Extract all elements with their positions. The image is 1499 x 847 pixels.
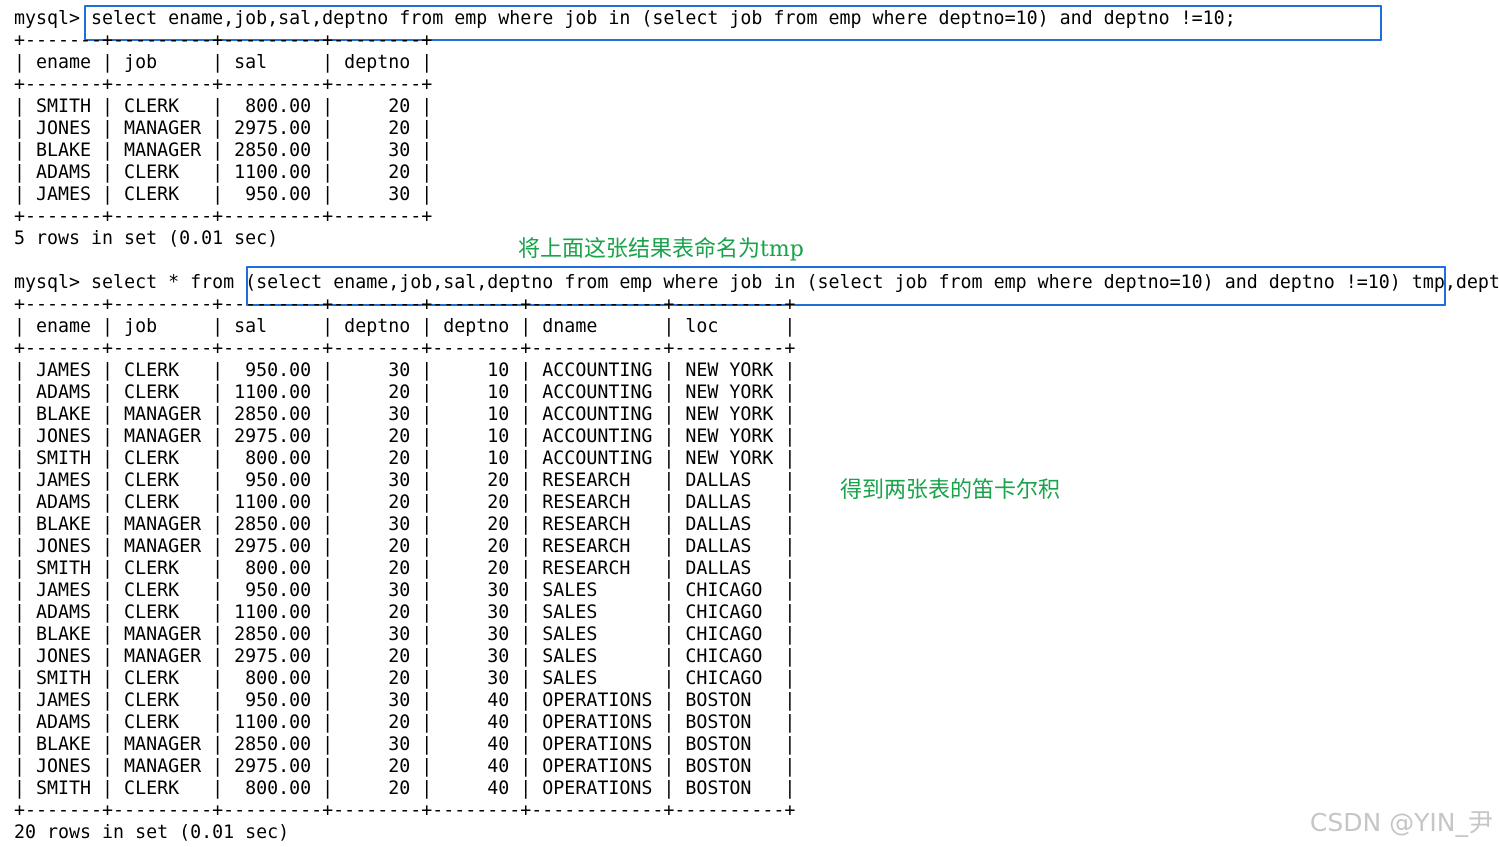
query1-summary: 5 rows in set (0.01 sec) [14, 228, 279, 249]
table-row: | BLAKE | MANAGER | 2850.00 | 30 | 10 | … [14, 404, 796, 425]
query1-table-header: | ename | job | sal | deptno | [14, 52, 433, 73]
table-row: | ADAMS | CLERK | 1100.00 | 20 | 10 | AC… [14, 382, 796, 403]
table-row: | BLAKE | MANAGER | 2850.00 | 30 | [14, 140, 433, 161]
table-row: | JAMES | CLERK | 950.00 | 30 | 10 | ACC… [14, 360, 796, 381]
query2-sql-suffix: ,dept [1444, 272, 1499, 293]
query1-table-border-bottom: +-------+---------+---------+--------+ [14, 206, 433, 227]
watermark: CSDN @YIN_尹 [1309, 808, 1493, 837]
table-row: | SMITH | CLERK | 800.00 | 20 | 30 | SAL… [14, 668, 796, 689]
query2-table-border-top: +-------+---------+---------+--------+--… [14, 294, 796, 315]
table-row: | BLAKE | MANAGER | 2850.00 | 30 | 40 | … [14, 734, 796, 755]
query2-summary: 20 rows in set (0.01 sec) [14, 822, 290, 843]
query1-prompt: mysql> [14, 8, 92, 29]
table-row: | JONES | MANAGER | 2975.00 | 20 | 30 | … [14, 646, 796, 667]
table-row: | JONES | MANAGER | 2975.00 | 20 | 10 | … [14, 426, 796, 447]
query2-table-header: | ename | job | sal | deptno | deptno | … [14, 316, 796, 337]
table-row: | SMITH | CLERK | 800.00 | 20 | 10 | ACC… [14, 448, 796, 469]
query1-table-border-top: +-------+---------+---------+--------+ [14, 30, 433, 51]
table-row: | JONES | MANAGER | 2975.00 | 20 | 40 | … [14, 756, 796, 777]
table-row: | ADAMS | CLERK | 1100.00 | 20 | 30 | SA… [14, 602, 796, 623]
table-row: | SMITH | CLERK | 800.00 | 20 | 40 | OPE… [14, 778, 796, 799]
table-row: | JAMES | CLERK | 950.00 | 30 | 20 | RES… [14, 470, 796, 491]
query2-table-border-mid: +-------+---------+---------+--------+--… [14, 338, 796, 359]
table-row: | JONES | MANAGER | 2975.00 | 20 | [14, 118, 433, 139]
annotation-cartesian-product: 得到两张表的笛卡尔积 [840, 478, 1061, 503]
table-row: | JAMES | CLERK | 950.00 | 30 | [14, 184, 433, 205]
annotation-name-result-table: 将上面这张结果表命名为tmp [518, 237, 804, 262]
query2-sql-prefix: select * from [91, 272, 246, 293]
table-row: | BLAKE | MANAGER | 2850.00 | 30 | 20 | … [14, 514, 796, 535]
table-row: | BLAKE | MANAGER | 2850.00 | 30 | 30 | … [14, 624, 796, 645]
table-row: | JAMES | CLERK | 950.00 | 30 | 30 | SAL… [14, 580, 796, 601]
query2-prompt: mysql> [14, 272, 92, 293]
table-row: | ADAMS | CLERK | 1100.00 | 20 | [14, 162, 433, 183]
table-row: | ADAMS | CLERK | 1100.00 | 20 | 20 | RE… [14, 492, 796, 513]
query2-table-border-bottom: +-------+---------+---------+--------+--… [14, 800, 796, 821]
table-row: | SMITH | CLERK | 800.00 | 20 | 20 | RES… [14, 558, 796, 579]
table-row: | JAMES | CLERK | 950.00 | 30 | 40 | OPE… [14, 690, 796, 711]
table-row: | ADAMS | CLERK | 1100.00 | 20 | 40 | OP… [14, 712, 796, 733]
table-row: | JONES | MANAGER | 2975.00 | 20 | 20 | … [14, 536, 796, 557]
table-row: | SMITH | CLERK | 800.00 | 20 | [14, 96, 433, 117]
query1-table-border-mid: +-------+---------+---------+--------+ [14, 74, 433, 95]
